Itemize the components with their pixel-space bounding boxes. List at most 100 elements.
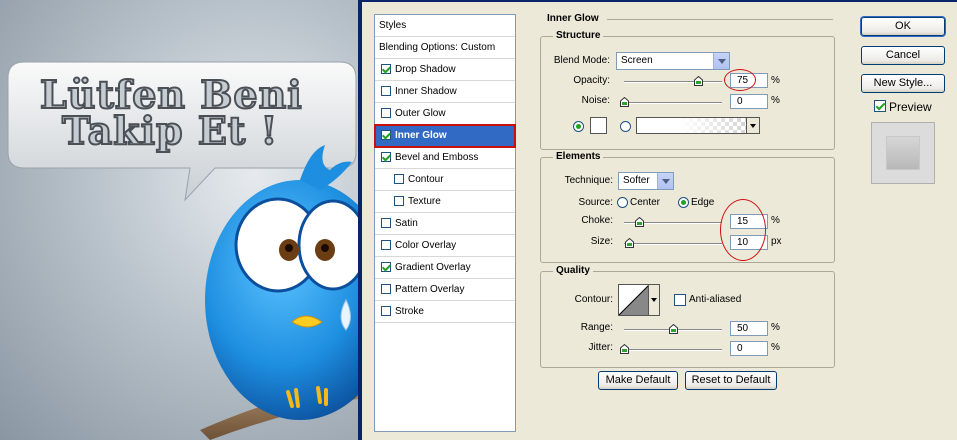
styles-list-label: Inner Shadow bbox=[395, 86, 457, 97]
elements-title: Elements bbox=[553, 151, 604, 162]
noise-label: Noise: bbox=[581, 95, 610, 106]
style-enable-checkbox[interactable] bbox=[381, 152, 391, 162]
choke-slider-thumb[interactable] bbox=[634, 217, 644, 227]
styles-list-item[interactable]: Outer Glow bbox=[375, 103, 515, 125]
blend-mode-select[interactable]: Screen bbox=[616, 52, 730, 70]
make-default-button[interactable]: Make Default bbox=[598, 371, 678, 390]
jitter-slider[interactable] bbox=[624, 349, 722, 351]
jitter-slider-thumb[interactable] bbox=[620, 344, 629, 354]
styles-list-item[interactable]: Inner Glow bbox=[374, 124, 516, 148]
jitter-label: Jitter: bbox=[588, 342, 613, 353]
styles-list-item[interactable]: Satin bbox=[375, 213, 515, 235]
opacity-label: Opacity: bbox=[573, 75, 610, 86]
styles-list-label: Color Overlay bbox=[395, 240, 457, 251]
styles-list-item[interactable]: Color Overlay bbox=[375, 235, 515, 257]
styles-list-item[interactable]: Drop Shadow bbox=[375, 59, 515, 81]
style-enable-checkbox[interactable] bbox=[394, 196, 404, 206]
size-slider[interactable] bbox=[624, 243, 722, 245]
opacity-highlight-circle bbox=[724, 69, 756, 91]
noise-slider[interactable] bbox=[624, 102, 722, 104]
size-slider-thumb[interactable] bbox=[624, 238, 634, 248]
opacity-slider-thumb[interactable] bbox=[693, 76, 703, 86]
new-style-button[interactable]: New Style... bbox=[861, 74, 945, 93]
style-enable-checkbox[interactable] bbox=[381, 64, 391, 74]
opacity-slider[interactable] bbox=[624, 81, 722, 83]
styles-list-label: Styles bbox=[379, 20, 407, 31]
glow-gradient-picker[interactable] bbox=[636, 117, 760, 134]
size-unit: px bbox=[771, 236, 782, 247]
artwork-canvas: Lütfen Beni Takip Et ! bbox=[0, 0, 362, 440]
noise-input[interactable]: 0 bbox=[730, 94, 768, 109]
style-enable-checkbox[interactable] bbox=[381, 108, 391, 118]
source-center-radio[interactable] bbox=[617, 197, 628, 208]
glow-color-radio[interactable] bbox=[573, 121, 584, 132]
glow-gradient-radio[interactable] bbox=[620, 121, 631, 132]
styles-list-item[interactable]: Bevel and Emboss bbox=[375, 147, 515, 169]
opacity-unit: % bbox=[771, 75, 780, 86]
style-enable-checkbox[interactable] bbox=[381, 284, 391, 294]
source-center-label: Center bbox=[630, 197, 661, 208]
styles-list-item[interactable]: Styles bbox=[375, 15, 515, 37]
styles-list-item[interactable]: Pattern Overlay bbox=[375, 279, 515, 301]
jitter-unit: % bbox=[771, 342, 780, 353]
choke-size-highlight-circle bbox=[720, 199, 766, 261]
styles-list-item[interactable]: Contour bbox=[375, 169, 515, 191]
style-enable-checkbox[interactable] bbox=[381, 86, 391, 96]
glow-color-swatch[interactable] bbox=[590, 117, 607, 134]
reset-to-default-button[interactable]: Reset to Default bbox=[685, 371, 777, 390]
chevron-down-icon[interactable] bbox=[713, 53, 729, 69]
styles-list-label: Inner Glow bbox=[395, 130, 447, 141]
styles-list-label: Pattern Overlay bbox=[395, 284, 465, 295]
preview-checkbox[interactable] bbox=[874, 100, 886, 112]
preview-swatch bbox=[871, 122, 935, 184]
styles-list-label: Satin bbox=[395, 218, 418, 229]
choke-unit: % bbox=[771, 215, 780, 226]
chevron-down-icon[interactable] bbox=[657, 173, 673, 189]
noise-unit: % bbox=[771, 95, 780, 106]
cancel-button[interactable]: Cancel bbox=[861, 46, 945, 65]
style-enable-checkbox[interactable] bbox=[381, 240, 391, 250]
artwork-illustration bbox=[7, 61, 362, 440]
contour-picker[interactable] bbox=[618, 284, 660, 316]
styles-list-item[interactable]: Blending Options: Custom bbox=[375, 37, 515, 59]
styles-list-label: Bevel and Emboss bbox=[395, 152, 479, 163]
gradient-dropdown-icon[interactable] bbox=[746, 118, 759, 133]
styles-list-item[interactable]: Gradient Overlay bbox=[375, 257, 515, 279]
styles-list-label: Outer Glow bbox=[395, 108, 446, 119]
inner-glow-rule bbox=[607, 19, 833, 20]
range-unit: % bbox=[771, 322, 780, 333]
style-enable-checkbox[interactable] bbox=[381, 130, 391, 140]
blend-mode-label: Blend Mode: bbox=[553, 55, 610, 66]
range-slider-thumb[interactable] bbox=[669, 324, 678, 334]
quality-title: Quality bbox=[553, 265, 593, 276]
styles-list-item[interactable]: Texture bbox=[375, 191, 515, 213]
noise-slider-thumb[interactable] bbox=[620, 97, 629, 107]
ok-button[interactable]: OK bbox=[860, 16, 946, 37]
size-label: Size: bbox=[590, 236, 613, 247]
source-edge-label: Edge bbox=[691, 197, 715, 208]
style-enable-checkbox[interactable] bbox=[381, 262, 391, 272]
style-enable-checkbox[interactable] bbox=[381, 218, 391, 228]
elements-group bbox=[540, 157, 835, 263]
anti-aliased-label: Anti-aliased bbox=[689, 294, 742, 305]
technique-label: Technique: bbox=[564, 175, 613, 186]
styles-list-label: Stroke bbox=[395, 306, 424, 317]
range-input[interactable]: 50 bbox=[730, 321, 768, 336]
styles-list-item[interactable]: Stroke bbox=[375, 301, 515, 323]
structure-title: Structure bbox=[553, 30, 604, 41]
styles-list-label: Blending Options: Custom bbox=[379, 42, 496, 53]
anti-aliased-checkbox[interactable] bbox=[674, 294, 686, 306]
contour-preview-icon bbox=[619, 285, 649, 315]
technique-value: Softer bbox=[623, 175, 650, 186]
styles-list-item[interactable]: Inner Shadow bbox=[375, 81, 515, 103]
source-edge-radio[interactable] bbox=[678, 197, 689, 208]
styles-list: Styles Blending Options: Custom Drop Shado… bbox=[374, 14, 516, 432]
jitter-input[interactable]: 0 bbox=[730, 341, 768, 356]
style-enable-checkbox[interactable] bbox=[381, 306, 391, 316]
layer-style-dialog: Styles Blending Options: Custom Drop Shado… bbox=[358, 0, 957, 440]
styles-list-label: Gradient Overlay bbox=[395, 262, 471, 273]
quality-group bbox=[540, 271, 835, 368]
style-enable-checkbox[interactable] bbox=[394, 174, 404, 184]
technique-select[interactable]: Softer bbox=[618, 172, 674, 190]
contour-dropdown-icon[interactable] bbox=[648, 285, 659, 315]
